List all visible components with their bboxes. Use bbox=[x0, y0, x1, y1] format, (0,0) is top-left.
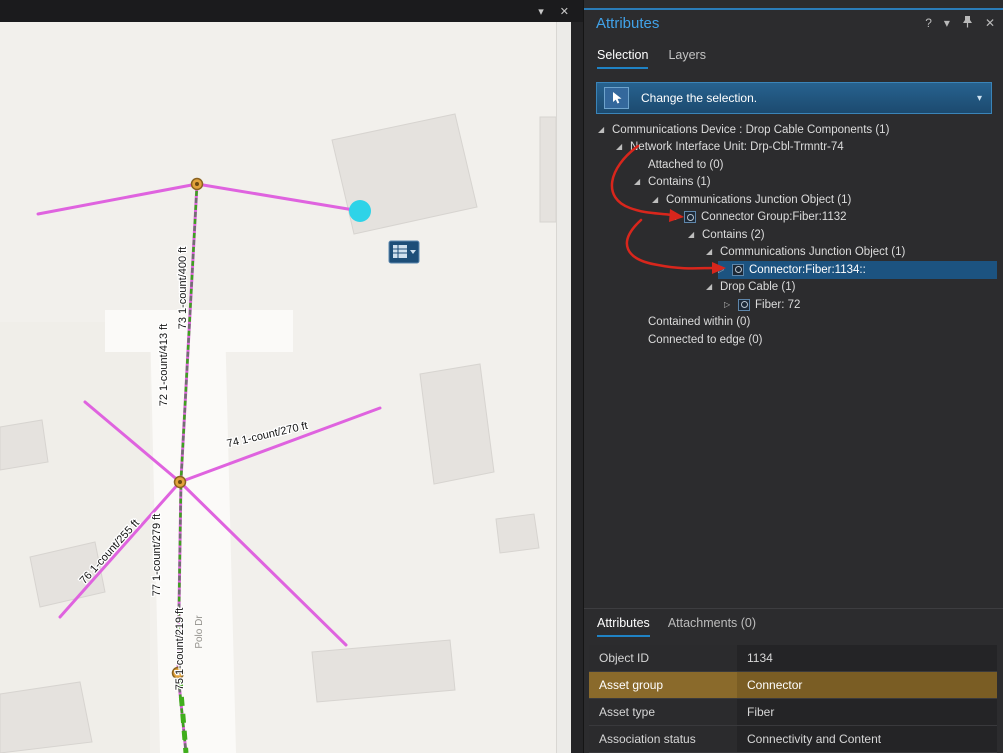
expander-icon[interactable]: ◢ bbox=[706, 248, 720, 256]
tree-item-contains-1[interactable]: ◢ Contains (1) bbox=[584, 174, 997, 192]
tab-attachments[interactable]: Attachments (0) bbox=[668, 616, 756, 637]
pane-divider bbox=[571, 22, 583, 753]
tree-item-connected-to-edge[interactable]: Connected to edge (0) bbox=[584, 331, 997, 349]
panel-close-icon[interactable]: ✕ bbox=[985, 16, 995, 30]
change-selection-icon bbox=[604, 87, 629, 109]
panel-title: Attributes bbox=[596, 14, 660, 32]
attribute-table: Object ID 1134 Asset group Connector Ass… bbox=[589, 645, 997, 753]
tree-item-label: Communications Junction Object (1) bbox=[666, 193, 852, 206]
tree-item-label: Contained within (0) bbox=[648, 316, 751, 329]
map-canvas[interactable]: 72 1-count/413 ft 73 1-count/400 ft 74 1… bbox=[0, 22, 556, 753]
field-name: Association status bbox=[589, 726, 737, 752]
tree-item-label: Connector Group:Fiber:1132 bbox=[701, 211, 847, 224]
table-row[interactable]: Object ID 1134 bbox=[589, 645, 997, 672]
expander-icon[interactable]: ◢ bbox=[670, 213, 684, 221]
junction-object-icon bbox=[684, 211, 696, 224]
tree-item-comm-junction-object-2[interactable]: ◢ Communications Junction Object (1) bbox=[584, 244, 997, 262]
field-value[interactable]: Connectivity and Content bbox=[737, 726, 997, 752]
panel-tabs: Selection Layers bbox=[597, 48, 706, 69]
tree-item-label: Contains (1) bbox=[648, 176, 711, 189]
expander-icon[interactable]: ◢ bbox=[616, 143, 630, 151]
field-name: Object ID bbox=[589, 645, 737, 671]
map-tool-button[interactable] bbox=[388, 240, 420, 264]
banner-caret-icon[interactable]: ▾ bbox=[977, 93, 982, 104]
expander-icon[interactable]: ◢ bbox=[652, 195, 666, 204]
tree-item-contained-within[interactable]: Contained within (0) bbox=[584, 314, 997, 332]
field-name: Asset group bbox=[589, 672, 737, 698]
tree-item-label: Network Interface Unit: Drp-Cbl-Trmntr-7… bbox=[630, 141, 844, 154]
selection-tree: ◢ Communications Device : Drop Cable Com… bbox=[584, 121, 997, 349]
street-label: Polo Dr bbox=[194, 615, 205, 649]
table-row[interactable]: Asset group Connector bbox=[589, 672, 997, 699]
field-value[interactable]: 1134 bbox=[737, 645, 997, 671]
panel-header: Attributes ? ▾ ✕ bbox=[596, 13, 995, 33]
map-pane[interactable]: ▾ ✕ 72 1-count/413 ft 73 1-count/400 ft … bbox=[0, 0, 583, 753]
section-divider bbox=[584, 608, 1003, 609]
expander-icon[interactable]: ◢ bbox=[634, 178, 648, 186]
map-close-icon[interactable]: ✕ bbox=[560, 5, 569, 18]
panel-menu-caret-icon[interactable]: ▾ bbox=[944, 16, 950, 30]
expander-icon[interactable]: ◢ bbox=[706, 283, 720, 291]
map-caret-icon[interactable]: ▾ bbox=[538, 5, 544, 18]
cable-label: 73 1-count/400 ft bbox=[177, 247, 189, 330]
tree-item-attached-to[interactable]: Attached to (0) bbox=[584, 156, 997, 174]
expander-icon[interactable]: ◢ bbox=[598, 125, 612, 134]
tab-selection[interactable]: Selection bbox=[597, 48, 649, 69]
cable-label: 75 1-count/219 ft bbox=[174, 608, 186, 691]
field-value[interactable]: Connector bbox=[737, 672, 997, 698]
bottom-tabs: Attributes Attachments (0) bbox=[597, 616, 756, 637]
tab-attributes[interactable]: Attributes bbox=[597, 616, 650, 637]
map-titlebar: ▾ ✕ bbox=[0, 0, 583, 22]
junction-object-icon bbox=[732, 263, 744, 276]
help-icon[interactable]: ? bbox=[925, 16, 932, 30]
tree-item-fiber-72[interactable]: ▷ Fiber: 72 bbox=[584, 296, 997, 314]
expander-icon[interactable]: ▷ bbox=[724, 300, 738, 309]
tree-item-label: Communications Junction Object (1) bbox=[720, 246, 906, 259]
expander-icon[interactable]: ▷ bbox=[718, 265, 732, 274]
tree-item-comm-junction-object-1[interactable]: ◢ Communications Junction Object (1) bbox=[584, 191, 997, 209]
pin-icon[interactable] bbox=[962, 15, 973, 31]
table-row[interactable]: Asset type Fiber bbox=[589, 699, 997, 726]
change-selection-button[interactable]: Change the selection. ▾ bbox=[596, 82, 992, 114]
tree-item-label: Fiber: 72 bbox=[755, 298, 801, 311]
selected-tree-row[interactable]: ▷ Connector:Fiber:1134:: bbox=[718, 261, 997, 279]
tree-item-label: Connector:Fiber:1134:: bbox=[749, 263, 866, 276]
tab-layers[interactable]: Layers bbox=[668, 48, 706, 69]
tree-item-label: Attached to (0) bbox=[648, 158, 724, 171]
tree-item-label: Drop Cable (1) bbox=[720, 281, 796, 294]
tree-item-connector-fiber-1134[interactable]: ▷ Connector:Fiber:1134:: bbox=[584, 261, 997, 279]
field-name: Asset type bbox=[589, 699, 737, 725]
tree-item-network-interface-unit[interactable]: ◢ Network Interface Unit: Drp-Cbl-Trmntr… bbox=[584, 139, 997, 157]
cable-label: 77 1-count/279 ft bbox=[151, 514, 163, 597]
tree-item-label: Connected to edge (0) bbox=[648, 333, 763, 346]
table-row[interactable]: Association status Connectivity and Cont… bbox=[589, 726, 997, 753]
field-value[interactable]: Fiber bbox=[737, 699, 997, 725]
junction-marker bbox=[190, 177, 204, 191]
attributes-panel: Attributes ? ▾ ✕ Selection Layers Change… bbox=[583, 0, 1003, 753]
change-selection-label: Change the selection. bbox=[641, 91, 758, 105]
map-scrollbar[interactable] bbox=[556, 22, 571, 753]
panel-focus-line bbox=[584, 8, 1003, 10]
junction-marker bbox=[173, 475, 187, 489]
tree-item-communications-device[interactable]: ◢ Communications Device : Drop Cable Com… bbox=[584, 121, 997, 139]
junction-object-icon bbox=[738, 298, 750, 311]
cable-label: 72 1-count/413 ft bbox=[158, 324, 170, 407]
selected-point-marker bbox=[349, 200, 371, 222]
tree-item-drop-cable[interactable]: ◢ Drop Cable (1) bbox=[584, 279, 997, 297]
tree-item-label: Contains (2) bbox=[702, 228, 765, 241]
tree-item-label: Communications Device : Drop Cable Compo… bbox=[612, 123, 890, 136]
tree-item-connector-group[interactable]: ◢ Connector Group:Fiber:1132 bbox=[584, 209, 997, 227]
tree-item-contains-2[interactable]: ◢ Contains (2) bbox=[584, 226, 997, 244]
expander-icon[interactable]: ◢ bbox=[688, 230, 702, 239]
